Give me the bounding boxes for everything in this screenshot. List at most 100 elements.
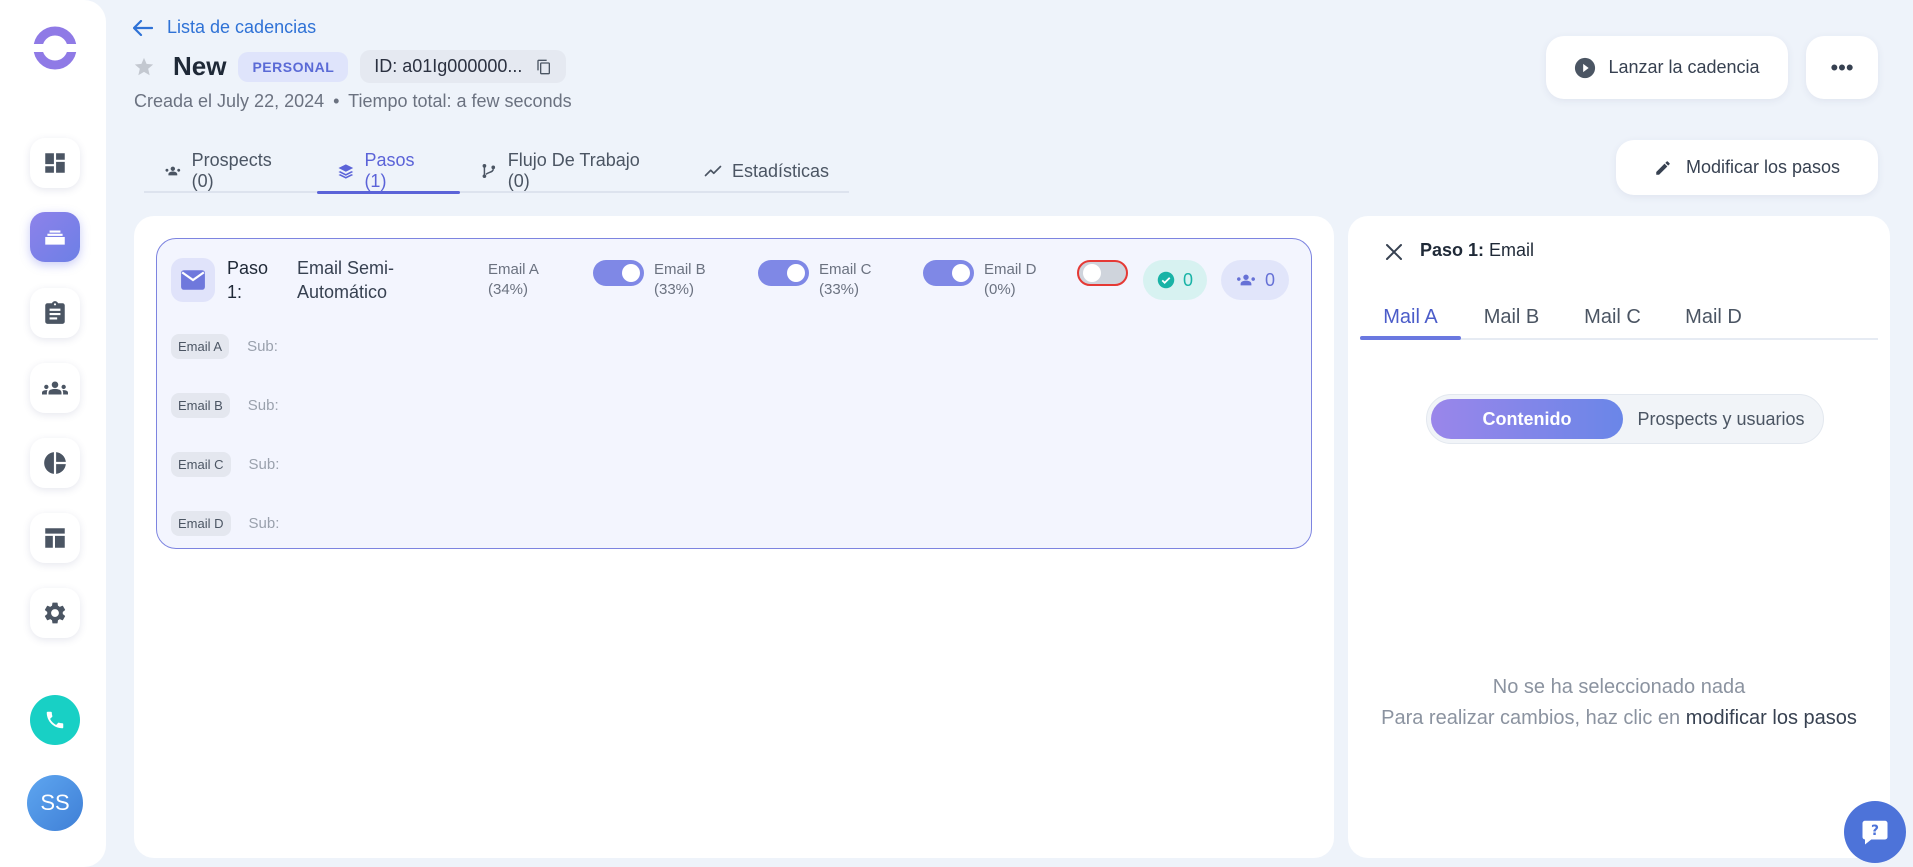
- user-initials: SS: [40, 790, 70, 815]
- toggle-email-a[interactable]: [593, 260, 644, 286]
- tab-steps[interactable]: Pasos (1): [316, 150, 461, 194]
- clipboard-icon: [45, 301, 65, 324]
- sidebar: SS: [0, 0, 106, 867]
- email-tag: Email B: [171, 393, 230, 418]
- layers-icon: [45, 230, 65, 245]
- tab-steps-label: Pasos (1): [364, 150, 415, 191]
- variant-pct: (33%): [654, 281, 695, 298]
- launch-cadence-label: Lanzar la cadencia: [1608, 57, 1760, 77]
- launch-cadence-button[interactable]: Lanzar la cadencia: [1546, 36, 1788, 99]
- email-subject: Sub:: [248, 456, 280, 473]
- variant-name: Email A: [488, 261, 539, 278]
- trend-icon: [704, 165, 722, 177]
- variant-name: Email D: [984, 261, 1037, 278]
- group-icon: [42, 381, 68, 395]
- tab-statistics[interactable]: Estadísticas: [684, 150, 849, 192]
- pie-chart-icon: [44, 452, 66, 474]
- email-row[interactable]: Email B Sub:: [171, 393, 279, 418]
- tab-workflow-label: Flujo De Trabajo (0): [507, 150, 640, 191]
- nav-reports[interactable]: [30, 438, 80, 488]
- email-tag: Email C: [171, 452, 231, 477]
- prospects-count-badge: 0: [1221, 260, 1289, 300]
- step-card[interactable]: Paso 1: Email Semi-Automático Email A (3…: [156, 238, 1312, 549]
- help-chat-button[interactable]: ?: [1844, 801, 1906, 863]
- email-row[interactable]: Email C Sub:: [171, 452, 279, 477]
- play-circle-icon: [1575, 57, 1596, 78]
- variant-email-b: Email B (33%): [654, 260, 706, 300]
- nav-cadences[interactable]: [30, 212, 80, 262]
- layers-icon: [338, 164, 353, 179]
- phone-icon: [46, 711, 64, 729]
- copy-icon[interactable]: [536, 58, 552, 76]
- phone-button[interactable]: [30, 695, 80, 745]
- tab-prospects[interactable]: Prospects (0): [144, 150, 317, 192]
- modify-steps-link[interactable]: modificar los pasos: [1686, 707, 1857, 729]
- step-label: Paso 1:: [227, 258, 269, 302]
- empty-state-hint: Para realizar cambios, haz clic en modif…: [1348, 703, 1890, 734]
- toggle-email-b[interactable]: [758, 260, 809, 286]
- toggle-email-c[interactable]: [923, 260, 974, 286]
- nav-dashboard[interactable]: [30, 138, 80, 188]
- email-row[interactable]: Email D Sub:: [171, 511, 279, 536]
- layout-icon: [45, 528, 65, 548]
- variant-name: Email B: [654, 261, 706, 278]
- gear-icon: [44, 602, 66, 624]
- nav-tasks[interactable]: [30, 288, 80, 338]
- back-link[interactable]: Lista de cadencias: [133, 17, 316, 38]
- total-time: Tiempo total: a few seconds: [348, 91, 572, 111]
- toggle-knob: [1083, 264, 1101, 282]
- arrow-left-icon: [133, 19, 153, 36]
- user-avatar[interactable]: SS: [27, 775, 83, 831]
- title-row: New PERSONAL ID: a01Ig000000...: [133, 50, 567, 83]
- nav-settings[interactable]: [30, 588, 80, 638]
- dashboard-icon: [45, 153, 65, 173]
- detail-title-type: Email: [1489, 240, 1535, 260]
- pencil-icon: [1656, 160, 1670, 175]
- tab-workflow[interactable]: Flujo De Trabajo (0): [460, 150, 684, 192]
- cadence-meta: Creada el July 22, 2024 • Tiempo total: …: [134, 91, 572, 112]
- app-logo-icon[interactable]: [32, 25, 78, 71]
- check-circle-icon: [1157, 271, 1175, 289]
- nav-templates[interactable]: [30, 513, 80, 563]
- steps-panel: Paso 1: Email Semi-Automático Email A (3…: [134, 216, 1334, 858]
- nav-prospects[interactable]: [30, 363, 80, 413]
- toggle-knob: [952, 264, 970, 282]
- empty-state-title: No se ha seleccionado nada: [1492, 676, 1746, 698]
- more-options-button[interactable]: •••: [1806, 36, 1878, 99]
- id-chip: ID: a01Ig000000...: [360, 50, 567, 83]
- id-text: ID: a01Ig000000...: [374, 56, 523, 76]
- mail-tabs: Mail A Mail B Mail C Mail D: [1360, 296, 1878, 340]
- detail-title: Paso 1: Email: [1420, 240, 1534, 261]
- meta-separator: •: [333, 91, 340, 111]
- created-date: Creada el July 22, 2024: [134, 91, 325, 111]
- group-icon: [165, 166, 181, 176]
- close-icon[interactable]: [1384, 242, 1404, 262]
- tab-mail-c[interactable]: Mail C: [1562, 296, 1663, 338]
- variant-name: Email C: [819, 261, 872, 278]
- cadence-tabs: Prospects (0) Pasos (1) Flujo De Trabajo…: [144, 150, 849, 194]
- email-tag: Email A: [171, 334, 230, 359]
- email-subject: Sub:: [248, 515, 280, 532]
- empty-state: No se ha seleccionado nada Para realizar…: [1348, 672, 1890, 734]
- segment-prospects-users[interactable]: Prospects y usuarios: [1623, 399, 1819, 439]
- segment-content[interactable]: Contenido: [1431, 399, 1623, 439]
- star-icon[interactable]: [133, 56, 155, 78]
- email-row[interactable]: Email A Sub:: [171, 334, 278, 359]
- toggle-knob: [787, 264, 805, 282]
- variant-email-c: Email C (33%): [819, 260, 872, 300]
- step-icon-box: [171, 258, 215, 302]
- tab-mail-d[interactable]: Mail D: [1663, 296, 1764, 338]
- email-subject: Sub:: [247, 338, 278, 355]
- modify-steps-button[interactable]: Modificar los pasos: [1616, 140, 1878, 195]
- step-type: Email Semi-Automático: [297, 258, 395, 302]
- variant-email-d: Email D (0%): [984, 260, 1037, 300]
- step-detail-panel: Paso 1: Email Mail A Mail B Mail C Mail …: [1348, 216, 1890, 858]
- tab-statistics-label: Estadísticas: [731, 160, 829, 181]
- toggle-email-d[interactable]: [1077, 260, 1128, 286]
- svg-text:?: ?: [1871, 823, 1879, 839]
- email-tag: Email D: [171, 511, 231, 536]
- tab-mail-b[interactable]: Mail B: [1461, 296, 1562, 338]
- tab-mail-a[interactable]: Mail A: [1360, 296, 1461, 340]
- content-segmented-control: Contenido Prospects y usuarios: [1426, 394, 1824, 444]
- help-chat-icon: ?: [1862, 820, 1888, 845]
